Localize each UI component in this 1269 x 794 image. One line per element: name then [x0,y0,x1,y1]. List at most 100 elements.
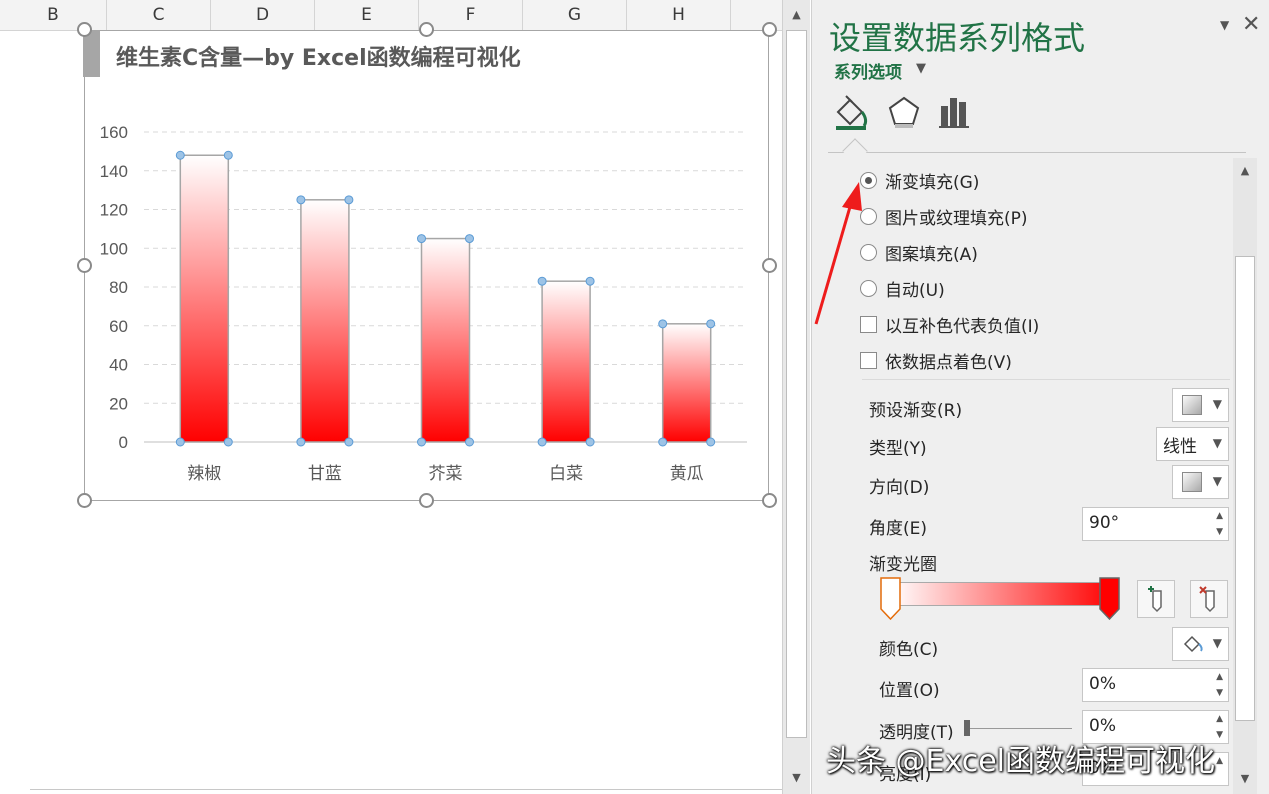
sheet-bottom-border [30,789,782,790]
selection-point[interactable] [537,276,547,286]
bar-黄瓜[interactable] [661,323,712,443]
column-header-d[interactable]: D [211,0,315,31]
effects-icon[interactable] [885,92,923,132]
column-header-e[interactable]: E [315,0,419,31]
fill-line-icon[interactable] [832,92,870,132]
bar-白菜[interactable] [541,280,591,443]
selection-point[interactable] [658,437,668,447]
selection-point[interactable] [344,195,354,205]
spin-down-icon[interactable]: ▼ [1216,730,1223,740]
spin-down-icon[interactable]: ▼ [1216,688,1223,698]
selection-point[interactable] [706,437,716,447]
selection-point[interactable] [296,437,306,447]
type-dropdown[interactable]: 线性 ▼ [1156,427,1229,461]
selection-point[interactable] [706,319,716,329]
radio-button[interactable] [860,172,877,189]
gradient-stops-bar[interactable] [890,582,1116,606]
selection-point[interactable] [175,437,185,447]
pane-scroll-thumb[interactable] [1235,256,1255,721]
radio-gradient-fill[interactable]: 渐变填充(G) [860,168,979,193]
direction-dropdown[interactable]: ▼ [1172,465,1229,499]
bar-chart[interactable]: 0 20 40 60 80 100 120 140 160 辣椒 甘蓝 芥菜 白菜 黄瓜 [84,100,769,500]
chevron-down-icon[interactable]: ▼ [916,61,926,76]
bar-甘蓝[interactable] [300,199,350,443]
scroll-down-arrow-icon[interactable]: ▼ [1235,768,1255,790]
resize-handle-top[interactable] [419,22,434,37]
series-options-icon[interactable] [937,92,975,132]
column-header-f[interactable]: F [419,0,523,31]
y-tick-label: 40 [109,356,128,375]
selection-point[interactable] [585,276,595,286]
spin-up-icon[interactable]: ▲ [1216,756,1223,766]
option-label: 自动(U) [885,281,945,301]
radio-button[interactable] [860,208,877,225]
remove-gradient-stop-button[interactable] [1190,580,1228,618]
radio-pattern-fill[interactable]: 图案填充(A) [860,240,978,265]
checkbox-invert-negative[interactable]: 以互补色代表负值(I) [860,312,1039,337]
color-dropdown[interactable]: ▼ [1172,627,1229,661]
position-spinner[interactable]: 0% ▲ ▼ [1082,668,1229,702]
selection-point[interactable] [223,437,233,447]
color-label: 颜色(C) [879,640,939,660]
option-label: 渐变填充(G) [885,173,980,193]
preset-gradient-dropdown[interactable]: ▼ [1172,388,1229,422]
x-category-label: 芥菜 [429,464,463,483]
direction-swatch-icon [1182,472,1202,492]
worksheet-area[interactable]: B C D E F G H 维生素C含量—by Excel函数编程可视化 0 20… [0,0,782,794]
selection-point[interactable] [175,150,185,160]
checkbox[interactable] [860,352,877,369]
transparency-slider-handle[interactable] [964,720,970,736]
chart-title[interactable]: 维生素C含量—by Excel函数编程可视化 [116,40,521,72]
checkbox-label: 以互补色代表负值(I) [885,317,1040,337]
angle-spinner[interactable]: 90° ▲ ▼ [1082,507,1229,541]
paint-bucket-icon [1183,635,1203,653]
selection-point[interactable] [223,150,233,160]
selection-point[interactable] [537,437,547,447]
selection-point[interactable] [417,234,426,244]
radio-picture-fill[interactable]: 图片或纹理填充(P) [860,204,1028,229]
selection-point[interactable] [296,195,306,205]
radio-automatic[interactable]: 自动(U) [860,276,945,301]
spin-up-icon[interactable]: ▲ [1216,672,1223,682]
gradient-stop-red[interactable] [1099,577,1120,620]
checkbox-vary-colors[interactable]: 依数据点着色(V) [860,348,1012,373]
scroll-down-arrow-icon[interactable]: ▼ [786,767,807,789]
selection-point[interactable] [585,437,595,447]
spin-down-icon[interactable]: ▼ [1216,527,1223,537]
x-category-label: 甘蓝 [308,464,342,483]
y-tick-label: 120 [100,201,128,220]
gradient-stop-white[interactable] [880,577,901,620]
bar-辣椒[interactable] [179,154,230,443]
selection-point[interactable] [417,437,426,447]
spin-up-icon[interactable]: ▲ [1216,714,1223,724]
sheet-scroll-thumb[interactable] [786,30,807,738]
bar-芥菜[interactable] [420,237,471,443]
column-header-h[interactable]: H [627,0,731,31]
selection-point[interactable] [465,437,474,447]
column-header-c[interactable]: C [107,0,211,31]
transparency-slider[interactable] [964,728,1072,729]
tabs-divider [828,152,1246,153]
sheet-vertical-scrollbar[interactable]: ▲ ▼ [782,0,810,794]
add-gradient-stop-button[interactable] [1137,580,1175,618]
close-icon[interactable]: ✕ [1242,12,1260,37]
series-options-dropdown[interactable]: 系列选项 [834,58,902,83]
spin-up-icon[interactable]: ▲ [1216,511,1223,521]
scroll-up-arrow-icon[interactable]: ▲ [786,4,807,26]
column-header-g[interactable]: G [523,0,627,31]
y-tick-label: 80 [109,278,128,297]
scroll-up-arrow-icon[interactable]: ▲ [1235,160,1255,182]
resize-handle-top-right[interactable] [762,22,777,37]
selection-point[interactable] [465,234,474,244]
selection-point[interactable] [344,437,354,447]
resize-handle-top-left[interactable] [77,22,92,37]
radio-button[interactable] [860,280,877,297]
pane-options-caret-icon[interactable]: ▼ [1220,18,1229,32]
y-tick-label: 0 [119,433,128,452]
pane-vertical-scrollbar[interactable]: ▲ ▼ [1233,158,1257,794]
transparency-value: 0% [1089,716,1116,736]
checkbox[interactable] [860,316,877,333]
radio-button[interactable] [860,244,877,261]
selection-point[interactable] [658,319,668,329]
y-tick-label: 20 [109,394,128,413]
